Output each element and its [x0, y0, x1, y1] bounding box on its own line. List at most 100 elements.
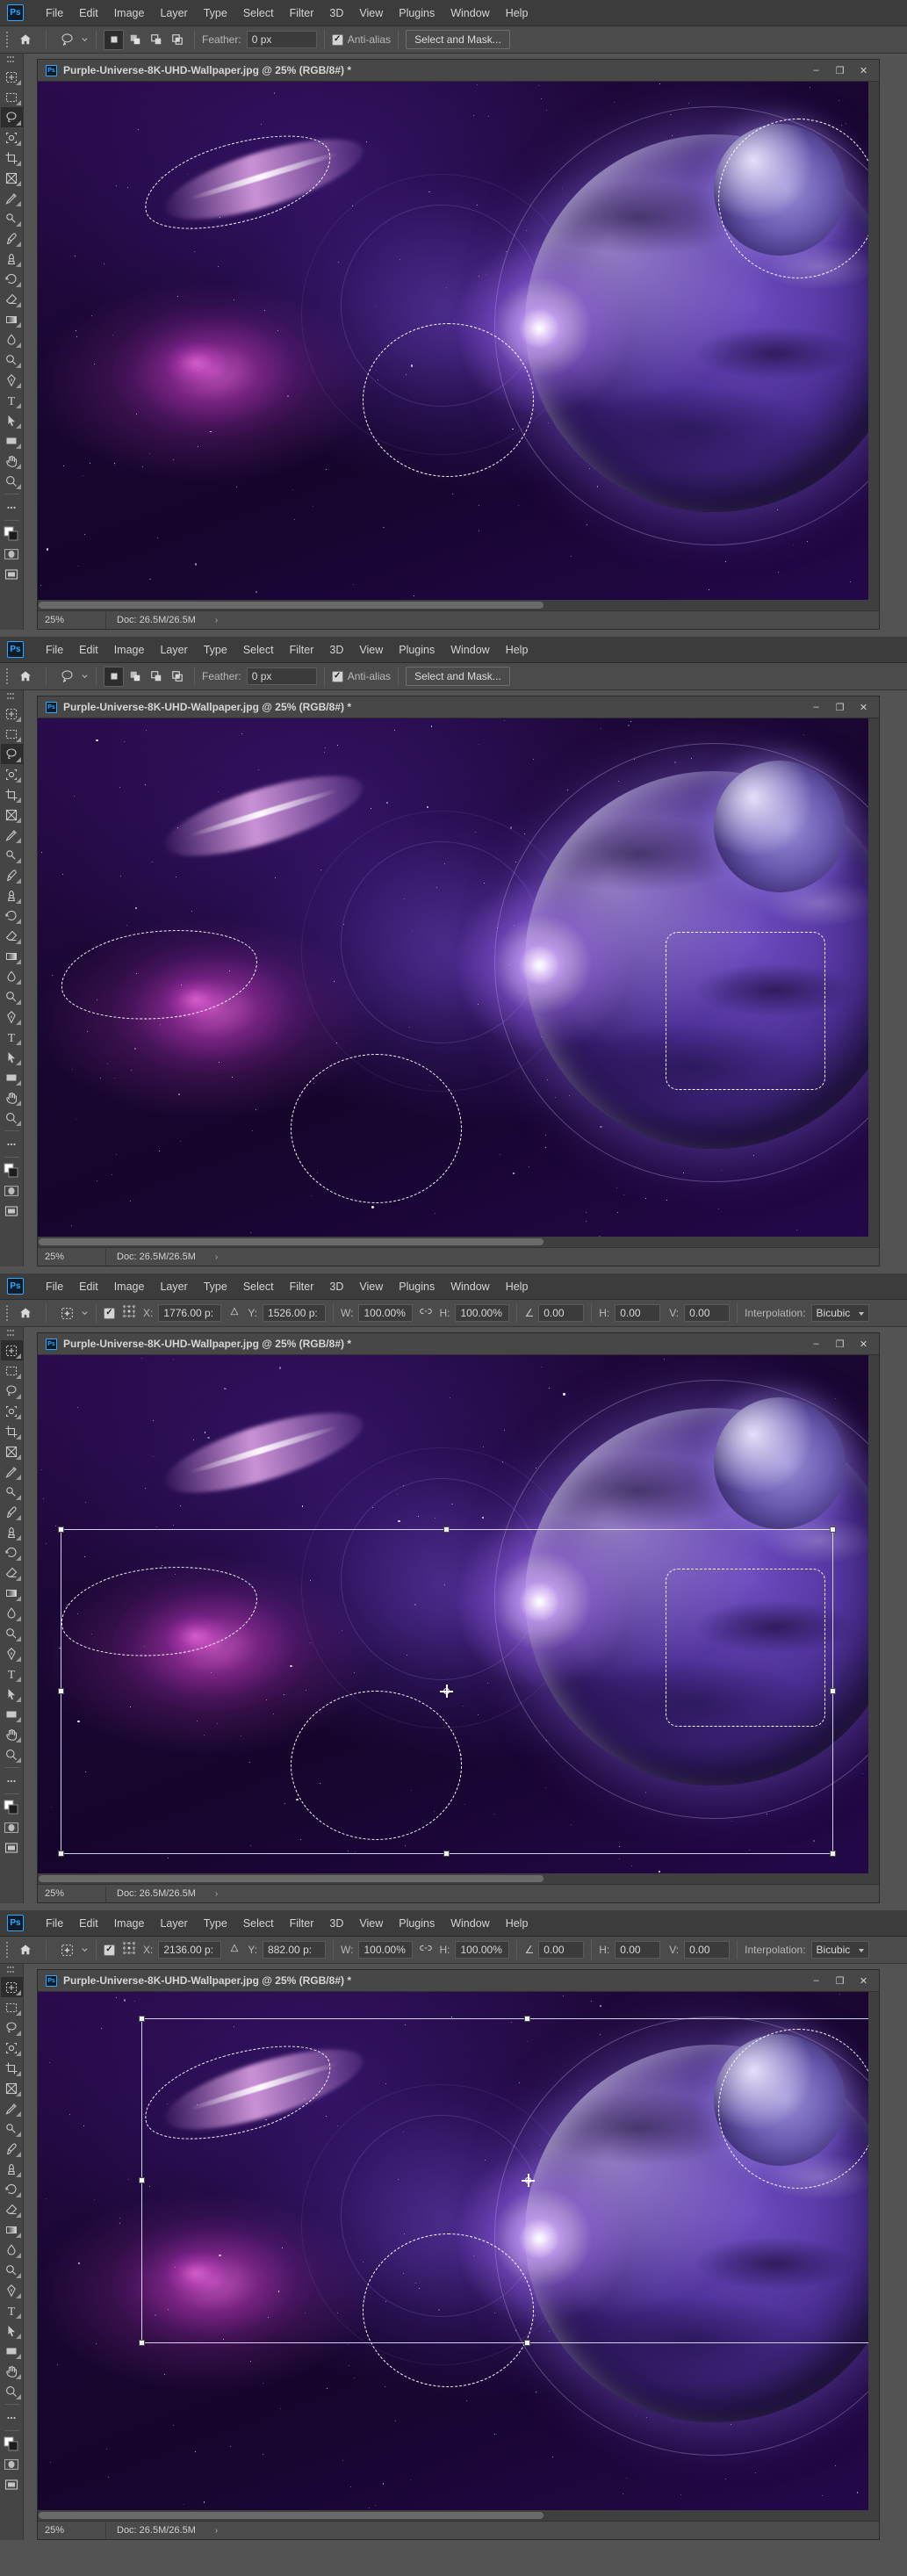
- tools-panel-grip[interactable]: [7, 1966, 16, 1974]
- tool-path-selection-tool[interactable]: [1, 1684, 23, 1704]
- window-maximize-button[interactable]: ❐: [828, 1334, 852, 1354]
- tool-object-selection-tool[interactable]: [1, 127, 23, 148]
- status-zoom-level[interactable]: 25%: [38, 2522, 106, 2539]
- tool-edit-toolbar[interactable]: [1, 1771, 23, 1791]
- tool-dodge-tool[interactable]: [1, 986, 23, 1007]
- menu-type[interactable]: Type: [196, 0, 235, 26]
- tool-object-selection-tool[interactable]: [1, 2038, 23, 2058]
- tool-object-selection-tool[interactable]: [1, 1401, 23, 1421]
- menu-help[interactable]: Help: [498, 0, 536, 26]
- menu-layer[interactable]: Layer: [152, 0, 195, 26]
- tool-crop-tool[interactable]: [1, 2058, 23, 2078]
- menu-filter[interactable]: Filter: [282, 1910, 322, 1937]
- tool-blur-tool[interactable]: [1, 966, 23, 986]
- window-close-button[interactable]: ✕: [852, 1334, 875, 1354]
- feather-input[interactable]: 0 px: [246, 667, 317, 685]
- tool-type-tool[interactable]: T: [1, 2300, 23, 2320]
- canvas-scrollbar-vertical[interactable]: [868, 1992, 879, 2510]
- menu-plugins[interactable]: Plugins: [391, 0, 443, 26]
- menu-filter[interactable]: Filter: [282, 0, 322, 26]
- tool-rectangle-tool[interactable]: [1, 2341, 23, 2361]
- tool-eraser-tool[interactable]: [1, 926, 23, 946]
- transform-handle-ml[interactable]: [58, 1688, 64, 1694]
- tools-panel-grip[interactable]: [7, 56, 16, 64]
- window-close-button[interactable]: ✕: [852, 61, 875, 81]
- menu-file[interactable]: File: [38, 637, 71, 663]
- window-minimize-button[interactable]: –: [804, 61, 828, 81]
- window-minimize-button[interactable]: –: [804, 1971, 828, 1991]
- menu-3d[interactable]: 3D: [321, 637, 351, 663]
- menu-edit[interactable]: Edit: [71, 1274, 106, 1300]
- tool-gradient-tool[interactable]: [1, 309, 23, 329]
- tool-lasso-tool[interactable]: [0, 107, 23, 127]
- options-bar-grip[interactable]: [4, 30, 11, 49]
- tool-eyedropper-tool[interactable]: [1, 1461, 23, 1482]
- chain-link-icon[interactable]: [420, 1305, 433, 1321]
- menu-file[interactable]: File: [38, 1910, 71, 1937]
- select-and-mask-button[interactable]: Select and Mask...: [406, 30, 510, 49]
- transform-handle-br[interactable]: [830, 1851, 836, 1857]
- tool-path-selection-tool[interactable]: [1, 2320, 23, 2341]
- tool-type-tool[interactable]: T: [1, 390, 23, 410]
- tool-move-tool[interactable]: [1, 704, 23, 724]
- tool-pen-tool[interactable]: [1, 370, 23, 390]
- tool-path-selection-tool[interactable]: [1, 410, 23, 430]
- tool-frame-tool[interactable]: [1, 805, 23, 825]
- document-title-bar[interactable]: Ps Purple-Universe-8K-UHD-Wallpaper.jpg …: [38, 1970, 879, 1992]
- tool-screen-mode[interactable]: [1, 2474, 23, 2494]
- transform-x-input[interactable]: 2136.00 p:: [158, 1941, 222, 1959]
- tool-pen-tool[interactable]: [1, 1007, 23, 1027]
- menu-3d[interactable]: 3D: [321, 1910, 351, 1937]
- status-zoom-level[interactable]: 25%: [38, 1885, 106, 1902]
- tool-pen-tool[interactable]: [1, 1643, 23, 1663]
- menu-view[interactable]: View: [351, 1910, 391, 1937]
- tool-blur-tool[interactable]: [1, 329, 23, 350]
- tool-clone-stamp-tool[interactable]: [1, 885, 23, 906]
- tool-lasso-tool[interactable]: [0, 744, 23, 764]
- transform-handle-bl[interactable]: [139, 2340, 145, 2346]
- chain-link-icon[interactable]: [420, 1942, 433, 1958]
- tool-zoom-tool[interactable]: [1, 471, 23, 491]
- canvas-scrollbar-vertical[interactable]: [868, 1355, 879, 1873]
- menu-select[interactable]: Select: [235, 637, 282, 663]
- transform-handle-bl[interactable]: [58, 1851, 64, 1857]
- menu-type[interactable]: Type: [196, 1910, 235, 1937]
- transform-angle-input[interactable]: 0.00: [538, 1304, 585, 1322]
- chevron-down-icon[interactable]: [81, 672, 89, 682]
- anti-alias-checkbox[interactable]: ✓ Anti-alias: [331, 33, 391, 46]
- tool-rectangular-marquee-tool[interactable]: [1, 87, 23, 107]
- tool-foreground-background-color[interactable]: [1, 523, 23, 544]
- tool-brush-tool[interactable]: [1, 1502, 23, 1522]
- tool-rectangular-marquee-tool[interactable]: [1, 1360, 23, 1381]
- transform-angle-input[interactable]: 0.00: [538, 1941, 585, 1959]
- status-zoom-level[interactable]: 25%: [38, 1248, 106, 1266]
- transform-hskew-input[interactable]: 0.00: [615, 1941, 661, 1959]
- auto-select-checkbox[interactable]: ✓: [104, 1944, 115, 1956]
- tool-brush-tool[interactable]: [1, 865, 23, 885]
- menu-plugins[interactable]: Plugins: [391, 1910, 443, 1937]
- tool-eraser-tool[interactable]: [1, 289, 23, 309]
- tool-foreground-background-color[interactable]: [1, 1160, 23, 1180]
- tool-frame-tool[interactable]: [1, 1441, 23, 1461]
- tool-brush-tool[interactable]: [1, 2139, 23, 2159]
- image-canvas[interactable]: [38, 82, 879, 600]
- menu-plugins[interactable]: Plugins: [391, 1274, 443, 1300]
- menu-layer[interactable]: Layer: [152, 1274, 195, 1300]
- tool-history-brush-tool[interactable]: [1, 906, 23, 926]
- tool-spot-healing-brush-tool[interactable]: [1, 208, 23, 228]
- canvas-scrollbar-horizontal[interactable]: [38, 1237, 879, 1247]
- menu-help[interactable]: Help: [498, 1274, 536, 1300]
- menu-filter[interactable]: Filter: [282, 1274, 322, 1300]
- menu-edit[interactable]: Edit: [71, 637, 106, 663]
- menu-window[interactable]: Window: [443, 637, 497, 663]
- tool-edit-toolbar[interactable]: [1, 1134, 23, 1154]
- status-zoom-level[interactable]: 25%: [38, 611, 106, 629]
- window-close-button[interactable]: ✕: [852, 1971, 875, 1991]
- canvas-scrollbar-vertical[interactable]: [868, 82, 879, 600]
- reference-point-selector[interactable]: [122, 1941, 136, 1959]
- selection-mode-group[interactable]: [104, 29, 187, 50]
- menu-type[interactable]: Type: [196, 1274, 235, 1300]
- tool-hand-tool[interactable]: [1, 1087, 23, 1108]
- tool-type-tool[interactable]: T: [1, 1663, 23, 1684]
- tool-quick-mask-mode[interactable]: [1, 1817, 23, 1837]
